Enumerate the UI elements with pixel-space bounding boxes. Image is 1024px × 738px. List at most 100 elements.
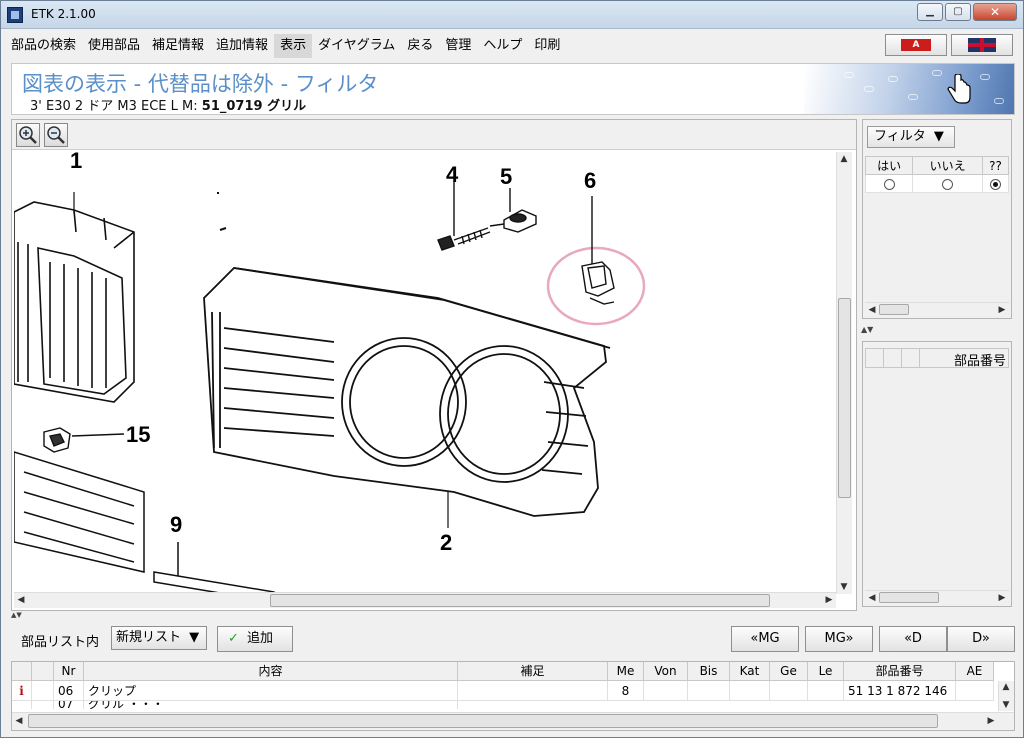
col-bis[interactable]: Bis xyxy=(688,662,730,681)
scroll-thumb[interactable] xyxy=(838,298,851,498)
callout-15[interactable]: 15 xyxy=(126,422,150,447)
row-mark xyxy=(32,681,54,701)
list-select-dropdown[interactable]: 新規リスト ▼ xyxy=(111,626,207,650)
next-mg-button[interactable]: MG» xyxy=(805,626,873,652)
col-von[interactable]: Von xyxy=(644,662,688,681)
prev-mg-button[interactable]: «MG xyxy=(731,626,799,652)
menu-item-part-search[interactable]: 部品の検索 xyxy=(5,34,82,58)
col-le[interactable]: Le xyxy=(808,662,844,681)
scroll-up-icon[interactable]: ▲ xyxy=(999,681,1013,693)
filter-horizontal-scrollbar[interactable]: ◀ ▶ xyxy=(865,302,1009,316)
table-vertical-scrollbar[interactable]: ▲ ▼ xyxy=(998,681,1014,711)
scroll-thumb[interactable] xyxy=(28,714,938,728)
language-flag-button-uk[interactable] xyxy=(951,34,1013,56)
table-header: Nr 内容 補足 Me Von Bis Kat Ge Le 部品番号 AE xyxy=(12,662,994,681)
diagram-horizontal-scrollbar[interactable]: ◀ ▶ xyxy=(14,592,836,608)
prev-d-button[interactable]: «D xyxy=(879,626,947,652)
add-button[interactable]: ✓ 追加 xyxy=(217,626,293,652)
filter-dropdown-button[interactable]: フィルタ ▼ xyxy=(867,126,955,148)
zoom-in-button[interactable] xyxy=(16,123,40,147)
menu-item-additional-info[interactable]: 追加情報 xyxy=(210,34,274,58)
list-select-value: 新規リスト xyxy=(116,630,182,645)
menu-item-back[interactable]: 戻る xyxy=(401,34,439,58)
callout-6[interactable]: 6 xyxy=(584,168,596,193)
scroll-right-icon[interactable]: ▶ xyxy=(984,714,998,728)
col-me[interactable]: Me xyxy=(608,662,644,681)
next-d-button[interactable]: D» xyxy=(947,626,1015,652)
language-flag-button-a[interactable]: A xyxy=(885,34,947,56)
callout-4[interactable]: 4 xyxy=(446,162,459,187)
menu-item-admin[interactable]: 管理 xyxy=(439,34,477,58)
parts-diagram-canvas[interactable]: 1 15 9 2 4 5 6 xyxy=(14,152,836,594)
diagram-vertical-scrollbar[interactable]: ▲ ▼ xyxy=(836,152,852,594)
col-nr[interactable]: Nr xyxy=(54,662,84,681)
part-4-screw[interactable] xyxy=(437,182,491,251)
scroll-thumb[interactable] xyxy=(879,304,909,315)
menu-item-print[interactable]: 印刷 xyxy=(528,34,566,58)
parts-list-table: Nr 内容 補足 Me Von Bis Kat Ge Le 部品番号 AE i … xyxy=(11,661,1015,731)
maximize-button[interactable]: ▢ xyxy=(945,3,971,21)
menu-item-help[interactable]: ヘルプ xyxy=(477,34,528,58)
scroll-right-icon[interactable]: ▶ xyxy=(822,593,836,607)
col-description[interactable]: 内容 xyxy=(84,662,458,681)
page-header: 図表の表示 - 代替品は除外 - フィルタ 3' E30 2 ドア M3 ECE… xyxy=(11,63,1015,115)
row-me: 8 xyxy=(608,681,644,701)
filter-radio-yes[interactable] xyxy=(883,178,895,190)
menu-item-supplement-info[interactable]: 補足情報 xyxy=(146,34,210,58)
lower-splitter[interactable]: ▲▼ xyxy=(11,612,1015,619)
col-ae[interactable]: AE xyxy=(956,662,994,681)
scroll-left-icon[interactable]: ◀ xyxy=(865,303,879,317)
parts-list-toolbar: 部品リスト内 新規リスト ▼ ✓ 追加 «MG MG» «D D» xyxy=(11,619,1015,659)
scroll-up-icon[interactable]: ▲ xyxy=(837,152,851,166)
col-part-number[interactable]: 部品番号 xyxy=(844,662,956,681)
scroll-left-icon[interactable]: ◀ xyxy=(14,593,28,607)
info-icon[interactable]: i xyxy=(12,681,32,701)
col-ge[interactable]: Ge xyxy=(770,662,808,681)
callout-2[interactable]: 2 xyxy=(440,530,452,555)
parts-horizontal-scrollbar[interactable]: ◀ ▶ xyxy=(865,590,1009,604)
scroll-down-icon[interactable]: ▼ xyxy=(837,580,851,594)
part-5-grommet[interactable] xyxy=(489,188,537,233)
row-kat xyxy=(730,681,770,701)
part-1-kidney-grille[interactable] xyxy=(14,192,135,403)
scroll-left-icon[interactable]: ◀ xyxy=(12,714,26,728)
close-button[interactable]: ✕ xyxy=(973,3,1017,21)
scroll-right-icon[interactable]: ▶ xyxy=(995,591,1009,605)
callout-9[interactable]: 9 xyxy=(170,512,182,537)
filter-radio-no[interactable] xyxy=(942,178,954,190)
table-horizontal-scrollbar[interactable]: ◀ ▶ xyxy=(12,712,1014,730)
col-supplement[interactable]: 補足 xyxy=(458,662,608,681)
menu-item-display[interactable]: 表示 xyxy=(274,34,313,58)
pointer-hand-icon xyxy=(947,74,971,104)
table-row-partial[interactable]: 07 グリル ・・・ xyxy=(12,701,458,709)
col-mark xyxy=(32,662,54,681)
row-part-number: 51 13 1 872 146 xyxy=(844,681,956,701)
part-2-headlight-grille[interactable] xyxy=(203,267,611,528)
splitter-handle[interactable]: ▲▼ xyxy=(861,325,1013,335)
zoom-out-button[interactable] xyxy=(44,123,68,147)
callout-1[interactable]: 1 xyxy=(70,152,82,173)
app-window: ETK 2.1.00 ▁ ▢ ✕ 部品の検索 使用部品 補足情報 追加情報 表示… xyxy=(0,0,1024,738)
menu-item-used-parts[interactable]: 使用部品 xyxy=(82,34,146,58)
scroll-left-icon[interactable]: ◀ xyxy=(865,591,879,605)
header-parts-artwork xyxy=(804,64,1014,114)
row-von xyxy=(644,681,688,701)
scroll-thumb[interactable] xyxy=(270,594,770,607)
part-lower-grille[interactable] xyxy=(14,451,145,573)
vehicle-breadcrumb: 3' E30 2 ドア M3 ECE L M: 51_0719 グリル xyxy=(30,95,306,114)
scroll-right-icon[interactable]: ▶ xyxy=(995,303,1009,317)
parts-list-label: 部品リスト内 xyxy=(21,635,100,650)
minimize-button[interactable]: ▁ xyxy=(917,3,943,21)
filter-radio-unknown[interactable] xyxy=(990,178,1002,190)
table-row[interactable]: i 06 クリップ 8 51 13 1 872 146 xyxy=(12,681,994,701)
part-9-bracket[interactable] xyxy=(153,542,275,594)
col-kat[interactable]: Kat xyxy=(730,662,770,681)
row-ge xyxy=(770,681,808,701)
callout-5[interactable]: 5 xyxy=(500,164,512,189)
part-15-clip[interactable] xyxy=(43,427,125,453)
menu-item-diagram[interactable]: ダイヤグラム xyxy=(312,34,401,58)
scroll-down-icon[interactable]: ▼ xyxy=(999,699,1013,711)
scroll-thumb[interactable] xyxy=(879,592,939,603)
row-nr-partial: 07 xyxy=(54,701,84,709)
filter-col-yes: はい xyxy=(864,156,914,175)
